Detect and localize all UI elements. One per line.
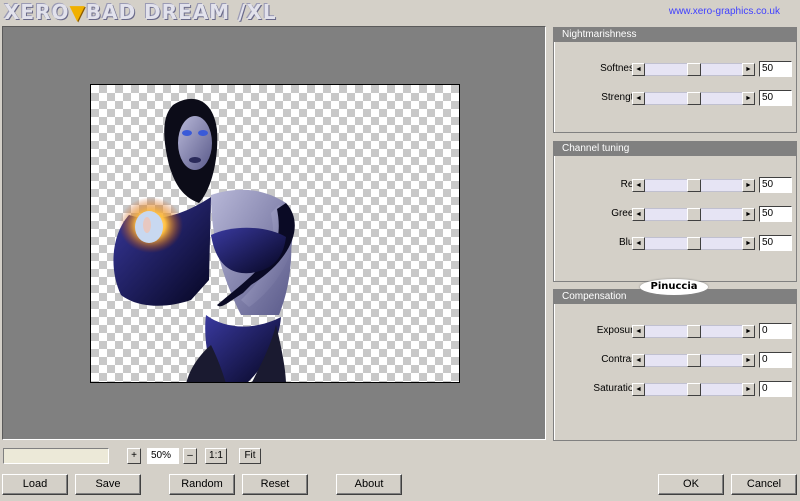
slider-right-arrow-icon[interactable]: ► (742, 208, 755, 221)
red-value-input[interactable]: 50 (759, 177, 792, 193)
preview-image (113, 98, 295, 382)
slider-right-arrow-icon[interactable]: ► (742, 354, 755, 367)
slider-right-arrow-icon[interactable]: ► (742, 92, 755, 105)
zoom-out-button[interactable]: – (183, 448, 197, 464)
slider-left-arrow-icon[interactable]: ◄ (632, 325, 645, 338)
param-row-blue: Blue ◄ ► 50 (554, 235, 796, 251)
param-row-red: Red ◄ ► 50 (554, 177, 796, 193)
exposure-value-input[interactable]: 0 (759, 323, 792, 339)
slider-left-arrow-icon[interactable]: ◄ (632, 179, 645, 192)
preview-canvas[interactable] (90, 84, 460, 383)
slider-thumb[interactable] (687, 383, 701, 396)
slider-thumb[interactable] (687, 92, 701, 105)
about-button[interactable]: About (336, 474, 402, 495)
cancel-button[interactable]: Cancel (731, 474, 797, 495)
random-button[interactable]: Random (169, 474, 235, 495)
slider-right-arrow-icon[interactable]: ► (742, 179, 755, 192)
green-value-input[interactable]: 50 (759, 206, 792, 222)
saturation-slider[interactable]: ◄ ► (632, 383, 755, 396)
param-row-softness: Softness ◄ ► 50 (554, 61, 796, 77)
blue-value-input[interactable]: 50 (759, 235, 792, 251)
slider-thumb[interactable] (687, 325, 701, 338)
slider-thumb[interactable] (687, 63, 701, 76)
red-slider[interactable]: ◄ ► (632, 179, 755, 192)
slider-left-arrow-icon[interactable]: ◄ (632, 92, 645, 105)
saturation-value-input[interactable]: 0 (759, 381, 792, 397)
slider-right-arrow-icon[interactable]: ► (742, 383, 755, 396)
slider-right-arrow-icon[interactable]: ► (742, 325, 755, 338)
strength-value-input[interactable]: 50 (759, 90, 792, 106)
slider-thumb[interactable] (687, 237, 701, 250)
app-title-part1: XERO (4, 0, 70, 24)
blue-slider[interactable]: ◄ ► (632, 237, 755, 250)
exposure-slider[interactable]: ◄ ► (632, 325, 755, 338)
website-url[interactable]: www.xero-graphics.co.uk (669, 6, 780, 17)
status-field (3, 448, 109, 464)
contrast-slider[interactable]: ◄ ► (632, 354, 755, 367)
slider-left-arrow-icon[interactable]: ◄ (632, 354, 645, 367)
green-slider[interactable]: ◄ ► (632, 208, 755, 221)
compensation-panel: Compensation Exposure ◄ ► 0 Contrast ◄ ►… (553, 289, 797, 441)
contrast-value-input[interactable]: 0 (759, 352, 792, 368)
slider-left-arrow-icon[interactable]: ◄ (632, 63, 645, 76)
channel-tuning-panel-title: Channel tuning (554, 142, 796, 156)
app-title-accent: ▼ (69, 0, 86, 24)
param-row-contrast: Contrast ◄ ► 0 (554, 352, 796, 368)
slider-right-arrow-icon[interactable]: ► (742, 237, 755, 250)
channel-tuning-panel: Channel tuning Red ◄ ► 50 Green ◄ ► 50 B… (553, 141, 797, 282)
zoom-in-button[interactable]: + (127, 448, 141, 464)
slider-right-arrow-icon[interactable]: ► (742, 63, 755, 76)
app-header: XERO▼BAD DREAM /XL www.xero-graphics.co.… (0, 0, 800, 24)
preview-area (2, 26, 546, 440)
slider-thumb[interactable] (687, 208, 701, 221)
strength-slider[interactable]: ◄ ► (632, 92, 755, 105)
save-button[interactable]: Save (75, 474, 141, 495)
nightmarishness-panel-title: Nightmarishness (554, 28, 796, 42)
softness-slider[interactable]: ◄ ► (632, 63, 755, 76)
ok-button[interactable]: OK (658, 474, 724, 495)
zoom-level-readout: 50% (147, 448, 179, 464)
load-button[interactable]: Load (2, 474, 68, 495)
param-row-exposure: Exposure ◄ ► 0 (554, 323, 796, 339)
app-title: XERO▼BAD DREAM /XL (4, 0, 277, 24)
param-row-saturation: Saturation ◄ ► 0 (554, 381, 796, 397)
softness-value-input[interactable]: 50 (759, 61, 792, 77)
reset-button[interactable]: Reset (242, 474, 308, 495)
slider-left-arrow-icon[interactable]: ◄ (632, 208, 645, 221)
nightmarishness-panel: Nightmarishness Softness ◄ ► 50 Strength… (553, 27, 797, 133)
zoom-fit-button[interactable]: Fit (239, 448, 261, 464)
param-row-green: Green ◄ ► 50 (554, 206, 796, 222)
zoom-actual-size-button[interactable]: 1:1 (205, 448, 227, 464)
app-title-part2: BAD DREAM /XL (85, 0, 277, 24)
watermark-label: Pinuccia (640, 279, 708, 295)
param-row-strength: Strength ◄ ► 50 (554, 90, 796, 106)
slider-thumb[interactable] (687, 354, 701, 367)
slider-thumb[interactable] (687, 179, 701, 192)
slider-left-arrow-icon[interactable]: ◄ (632, 383, 645, 396)
slider-left-arrow-icon[interactable]: ◄ (632, 237, 645, 250)
